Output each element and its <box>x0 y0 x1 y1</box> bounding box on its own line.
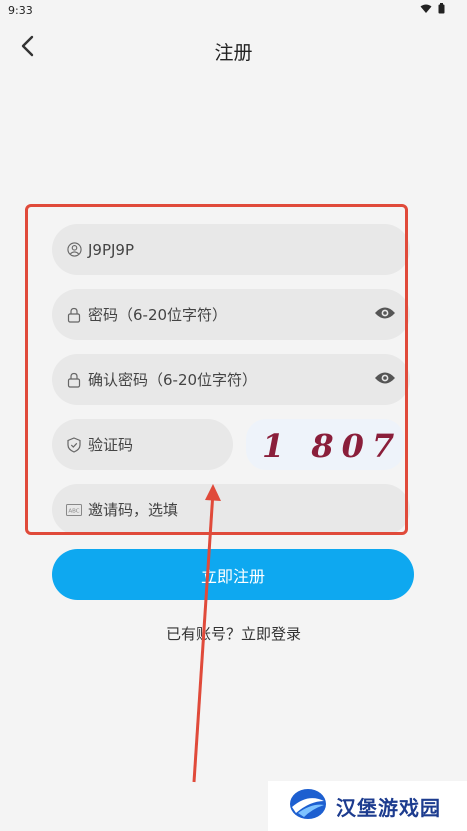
eye-icon[interactable] <box>374 306 396 324</box>
username-field[interactable]: J9PJ9P <box>52 224 410 275</box>
invite-code-placeholder: 邀请码，选填 <box>88 501 179 519</box>
status-time: 9:33 <box>8 4 33 17</box>
shield-icon <box>66 436 82 453</box>
invite-icon: ABC <box>66 502 82 518</box>
lock-icon <box>66 307 82 323</box>
confirm-password-placeholder: 确认密码（6-20位字符） <box>88 371 258 389</box>
confirm-password-field[interactable]: 确认密码（6-20位字符） <box>52 354 410 405</box>
watermark-logo-icon <box>288 787 328 825</box>
user-icon <box>66 242 82 258</box>
wifi-icon <box>420 4 432 14</box>
watermark: 汉堡游戏园 <box>268 781 467 831</box>
login-link[interactable]: 已有账号？立即登录 <box>0 623 467 644</box>
battery-icon <box>438 3 445 14</box>
password-field[interactable]: 密码（6-20位字符） <box>52 289 410 340</box>
register-button[interactable]: 立即注册 <box>52 549 414 600</box>
captcha-text: 1 807 <box>262 427 402 465</box>
invite-code-field[interactable]: ABC 邀请码，选填 <box>52 484 410 535</box>
status-icons <box>420 3 445 14</box>
watermark-text: 汉堡游戏园 <box>336 795 441 820</box>
captcha-image[interactable]: 1 807 <box>246 419 404 470</box>
status-bar: 9:33 <box>0 0 467 22</box>
eye-icon[interactable] <box>374 371 396 389</box>
verify-code-placeholder: 验证码 <box>88 436 134 454</box>
username-value: J9PJ9P <box>88 240 135 259</box>
verify-code-field[interactable]: 验证码 <box>52 419 233 470</box>
lock-icon <box>66 372 82 388</box>
svg-text:ABC: ABC <box>68 508 79 514</box>
page-title: 注册 <box>214 42 253 64</box>
annotation-arrow <box>192 484 221 783</box>
password-placeholder: 密码（6-20位字符） <box>88 306 228 324</box>
